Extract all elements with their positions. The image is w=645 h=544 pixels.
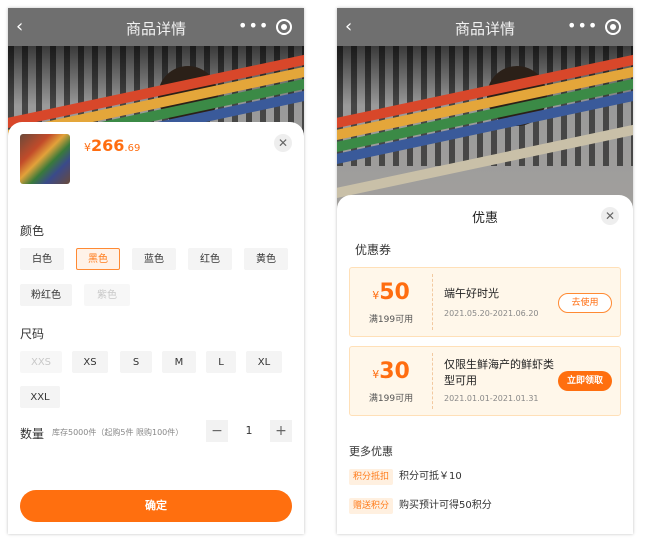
color-option-white[interactable]: 白色 xyxy=(20,248,64,270)
nav-bar: ‹ 商品详情 ••• xyxy=(337,8,633,46)
color-option-red[interactable]: 红色 xyxy=(188,248,232,270)
claim-coupon-button[interactable]: 立即领取 xyxy=(558,371,612,391)
coupon-divider xyxy=(432,274,433,330)
coupon-card: ¥30 满199可用 仅限生鲜海产的鲜虾类型可用 2021.01.01-2021… xyxy=(349,346,621,416)
size-option-xxl[interactable]: XXL xyxy=(20,386,60,408)
coupon-amount: ¥30 xyxy=(350,359,432,384)
capsule-menu[interactable]: ••• xyxy=(561,16,625,38)
size-option-xs[interactable]: XS xyxy=(72,351,108,373)
quantity-minus-button[interactable]: − xyxy=(206,420,228,442)
quantity-plus-button[interactable]: + xyxy=(270,420,292,442)
close-icon[interactable]: ✕ xyxy=(601,207,619,225)
color-option-yellow[interactable]: 黄色 xyxy=(244,248,288,270)
price: ¥266.69 xyxy=(84,136,140,155)
price-decimal: .69 xyxy=(124,143,141,154)
price-integer: 266 xyxy=(91,136,125,155)
coupon-divider xyxy=(432,353,433,409)
color-option-purple: 紫色 xyxy=(84,284,130,306)
more-dots-icon[interactable]: ••• xyxy=(567,16,598,35)
quantity-note: 库存5000件（起购5件 限购100件） xyxy=(52,428,184,437)
coupon-date: 2021.05.20-2021.06.20 xyxy=(444,309,539,318)
promo-text: 积分可抵￥10 xyxy=(399,471,462,482)
target-icon[interactable] xyxy=(605,19,621,35)
size-option-l[interactable]: L xyxy=(206,351,236,373)
product-spec-screen: ‹ 商品详情 ••• ¥266.69 ✕ 颜色 白色 黑色 蓝色 红色 黄色 粉… xyxy=(8,8,304,534)
price-currency: ¥ xyxy=(84,141,91,154)
coupons-label: 优惠券 xyxy=(355,243,392,257)
spec-sheet: ¥266.69 ✕ 颜色 白色 黑色 蓝色 红色 黄色 粉红色 紫色 尺码 XX… xyxy=(8,122,304,534)
promo-text: 购买预计可得50积分 xyxy=(399,500,492,511)
quantity-label: 数量 xyxy=(20,427,45,441)
close-icon[interactable]: ✕ xyxy=(274,134,292,152)
color-option-blue[interactable]: 蓝色 xyxy=(132,248,176,270)
sheet-title: 优惠 xyxy=(471,211,498,226)
product-thumbnail xyxy=(20,134,70,184)
promo-row: 赠送积分 购买预计可得50积分 xyxy=(349,498,492,514)
size-option-xl[interactable]: XL xyxy=(246,351,282,373)
color-option-black[interactable]: 黑色 xyxy=(76,248,120,270)
coupon-name: 端午好时光 xyxy=(444,287,499,300)
size-option-xxs: XXS xyxy=(20,351,62,373)
nav-bar: ‹ 商品详情 ••• xyxy=(8,8,304,46)
coupon-value: 50 xyxy=(379,280,410,305)
confirm-button[interactable]: 确定 xyxy=(20,490,292,522)
size-label: 尺码 xyxy=(20,327,45,341)
coupon-condition: 满199可用 xyxy=(368,394,414,404)
coupon-card: ¥50 满199可用 端午好时光 2021.05.20-2021.06.20 去… xyxy=(349,267,621,337)
coupon-date: 2021.01.01-2021.01.31 xyxy=(444,394,539,403)
size-option-s[interactable]: S xyxy=(120,351,152,373)
promo-tag: 赠送积分 xyxy=(349,498,394,514)
more-dots-icon[interactable]: ••• xyxy=(238,16,269,35)
promo-row: 积分抵扣 积分可抵￥10 xyxy=(349,469,462,485)
more-promotions-label: 更多优惠 xyxy=(349,445,393,458)
coupon-amount: ¥50 xyxy=(350,280,432,305)
promotion-screen: ‹ 商品详情 ••• 优惠 ✕ 优惠券 ¥50 满199可用 端午好时光 202… xyxy=(337,8,633,534)
coupon-name: 仅限生鲜海产的鲜虾类型可用 xyxy=(444,358,554,387)
size-option-m[interactable]: M xyxy=(162,351,196,373)
color-option-pink[interactable]: 粉红色 xyxy=(20,284,72,306)
capsule-menu[interactable]: ••• xyxy=(232,16,296,38)
coupon-condition: 满199可用 xyxy=(368,315,414,325)
quantity-value[interactable]: 1 xyxy=(240,420,258,442)
target-icon[interactable] xyxy=(276,19,292,35)
coupon-value: 30 xyxy=(379,359,410,384)
use-coupon-button[interactable]: 去使用 xyxy=(558,293,612,313)
promo-tag: 积分抵扣 xyxy=(349,469,394,485)
color-label: 颜色 xyxy=(20,224,45,238)
promotion-sheet: 优惠 ✕ 优惠券 ¥50 满199可用 端午好时光 2021.05.20-202… xyxy=(337,195,633,534)
